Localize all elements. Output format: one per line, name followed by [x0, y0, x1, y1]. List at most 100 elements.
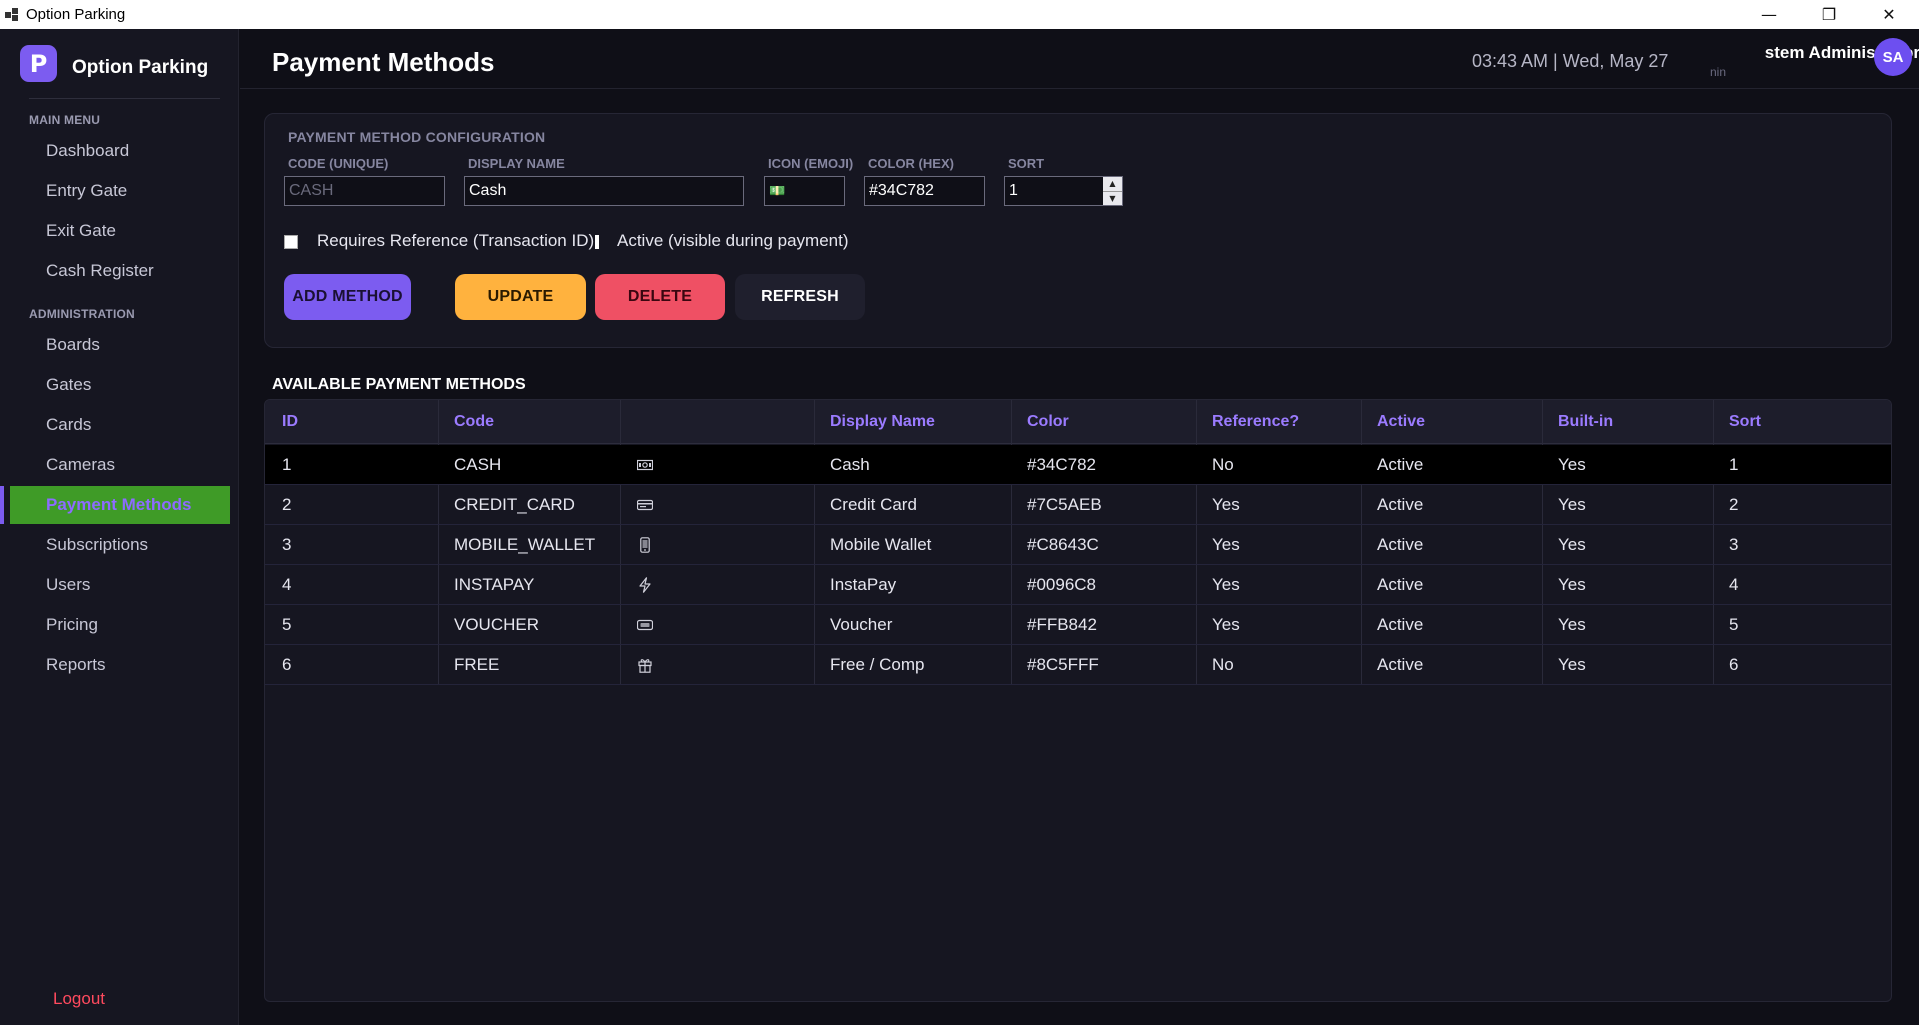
cell-sort: 1	[1729, 455, 1739, 474]
cell-color: #8C5FFF	[1027, 655, 1099, 674]
cell-code: MOBILE_WALLET	[454, 535, 596, 554]
cell-display-name: Voucher	[830, 615, 893, 634]
cell-color: #0096C8	[1027, 575, 1097, 594]
cell-sort: 2	[1729, 495, 1739, 514]
cell-reference: Yes	[1212, 535, 1240, 554]
cell-reference: Yes	[1212, 495, 1240, 514]
cell-code: CASH	[454, 455, 502, 474]
display-name-input[interactable]	[464, 176, 744, 206]
display-name-label: DISPLAY NAME	[468, 156, 565, 171]
sidebar-item-reports[interactable]: Reports	[10, 646, 230, 684]
cell-code: VOUCHER	[454, 615, 540, 634]
cell-id: 3	[282, 535, 292, 554]
cell-built-in: Yes	[1558, 615, 1586, 634]
sidebar-item-exit-gate[interactable]: Exit Gate	[10, 212, 230, 250]
cell-reference: No	[1212, 655, 1234, 674]
sidebar-item-users[interactable]: Users	[10, 566, 230, 604]
cell-color: #FFB842	[1027, 615, 1097, 634]
cell-icon	[636, 485, 654, 525]
cell-id: 1	[282, 455, 292, 474]
column-header-id[interactable]: ID	[282, 400, 298, 444]
minimize-button[interactable]: —	[1739, 0, 1799, 29]
page-header: Payment Methods 03:43 AM | Wed, May 27 s…	[240, 29, 1919, 89]
brand-name: Option Parking	[72, 56, 209, 78]
avatar[interactable]: SA	[1874, 38, 1912, 76]
cell-reference: Yes	[1212, 615, 1240, 634]
sidebar-item-dashboard[interactable]: Dashboard	[10, 132, 230, 170]
credit-card-icon	[636, 496, 654, 514]
sidebar-item-subscriptions[interactable]: Subscriptions	[10, 526, 230, 564]
requires-reference-checkbox[interactable]	[284, 235, 298, 249]
refresh-button[interactable]: REFRESH	[735, 274, 865, 320]
sidebar-item-boards[interactable]: Boards	[10, 326, 230, 364]
column-header-sort[interactable]: Sort	[1729, 400, 1761, 444]
brand: P Option Parking	[20, 45, 208, 82]
maximize-button[interactable]: ❐	[1799, 0, 1859, 29]
table-row[interactable]: 2 CREDIT_CARD Credit Card #7C5AEB Yes Ac…	[265, 485, 1891, 525]
cell-sort: 4	[1729, 575, 1739, 594]
column-header-color[interactable]: Color	[1027, 400, 1069, 444]
sidebar-item-entry-gate[interactable]: Entry Gate	[10, 172, 230, 210]
close-button[interactable]: ✕	[1859, 0, 1919, 29]
cell-built-in: Yes	[1558, 655, 1586, 674]
cell-icon	[636, 525, 654, 565]
payment-method-config-panel: PAYMENT METHOD CONFIGURATION CODE (UNIQU…	[264, 113, 1892, 348]
brand-logo-icon: P	[20, 45, 57, 82]
payment-methods-table: ID Code Display Name Color Reference? Ac…	[264, 399, 1892, 1002]
column-header-reference[interactable]: Reference?	[1212, 400, 1299, 444]
color-input[interactable]	[864, 176, 985, 206]
config-title: PAYMENT METHOD CONFIGURATION	[288, 129, 546, 145]
sort-label: SORT	[1008, 156, 1045, 171]
active-checkbox[interactable]	[595, 235, 599, 249]
table-row[interactable]: 1 CASH Cash #34C782 No Active Yes 1	[265, 445, 1891, 485]
sidebar-item-gates[interactable]: Gates	[10, 366, 230, 404]
cell-reference: Yes	[1212, 575, 1240, 594]
cell-active: Active	[1377, 455, 1424, 474]
sidebar-item-cash-register[interactable]: Cash Register	[10, 252, 230, 290]
add-method-button[interactable]: ADD METHOD	[284, 274, 411, 320]
sidebar-item-cameras[interactable]: Cameras	[10, 446, 230, 484]
column-header-display-name[interactable]: Display Name	[830, 400, 935, 444]
sidebar-item-cards[interactable]: Cards	[10, 406, 230, 444]
column-header-built-in[interactable]: Built-in	[1558, 400, 1613, 444]
clock: 03:43 AM | Wed, May 27	[1472, 51, 1669, 71]
cell-color: #7C5AEB	[1027, 495, 1102, 514]
table-header: ID Code Display Name Color Reference? Ac…	[265, 400, 1891, 444]
cell-display-name: Cash	[830, 455, 870, 474]
column-header-active[interactable]: Active	[1377, 400, 1425, 444]
sidebar-item-payment-methods[interactable]: Payment Methods	[10, 486, 230, 524]
sidebar-item-pricing[interactable]: Pricing	[10, 606, 230, 644]
requires-reference-label: Requires Reference (Transaction ID)	[317, 231, 595, 250]
lightning-icon	[636, 576, 654, 594]
ticket-icon	[636, 616, 654, 634]
section-label-main-menu: MAIN MENU	[29, 113, 101, 127]
delete-button[interactable]: DELETE	[595, 274, 725, 320]
code-input[interactable]	[284, 176, 445, 206]
cell-id: 2	[282, 495, 292, 514]
cell-built-in: Yes	[1558, 575, 1586, 594]
user-role: nin	[1710, 65, 1727, 79]
sidebar: P Option Parking MAIN MENU Dashboard Ent…	[0, 29, 239, 1025]
stepper-up-icon[interactable]: ▲	[1103, 177, 1122, 191]
cell-icon	[636, 445, 654, 485]
table-row[interactable]: 6 FREE Free / Comp #8C5FFF No Active Yes…	[265, 645, 1891, 685]
logout-link[interactable]: Logout	[53, 989, 105, 1009]
active-label: Active (visible during payment)	[617, 231, 849, 250]
table-row[interactable]: 4 INSTAPAY InstaPay #0096C8 Yes Active Y…	[265, 565, 1891, 605]
table-row[interactable]: 3 MOBILE_WALLET Mobile Wallet #C8643C Ye…	[265, 525, 1891, 565]
cell-icon	[636, 565, 654, 605]
cell-code: CREDIT_CARD	[454, 495, 575, 514]
column-header-code[interactable]: Code	[454, 400, 494, 444]
sort-input[interactable]	[1004, 176, 1104, 206]
update-button[interactable]: UPDATE	[455, 274, 586, 320]
sort-stepper[interactable]: ▲ ▼	[1103, 176, 1123, 206]
icon-input[interactable]	[764, 176, 845, 206]
stepper-down-icon[interactable]: ▼	[1103, 190, 1122, 206]
brand-divider	[29, 98, 220, 99]
cell-sort: 3	[1729, 535, 1739, 554]
cell-active: Active	[1377, 535, 1424, 554]
cell-color: #C8643C	[1027, 535, 1099, 554]
active-nav-marker	[0, 486, 4, 524]
table-row[interactable]: 5 VOUCHER Voucher #FFB842 Yes Active Yes…	[265, 605, 1891, 645]
cell-active: Active	[1377, 575, 1424, 594]
